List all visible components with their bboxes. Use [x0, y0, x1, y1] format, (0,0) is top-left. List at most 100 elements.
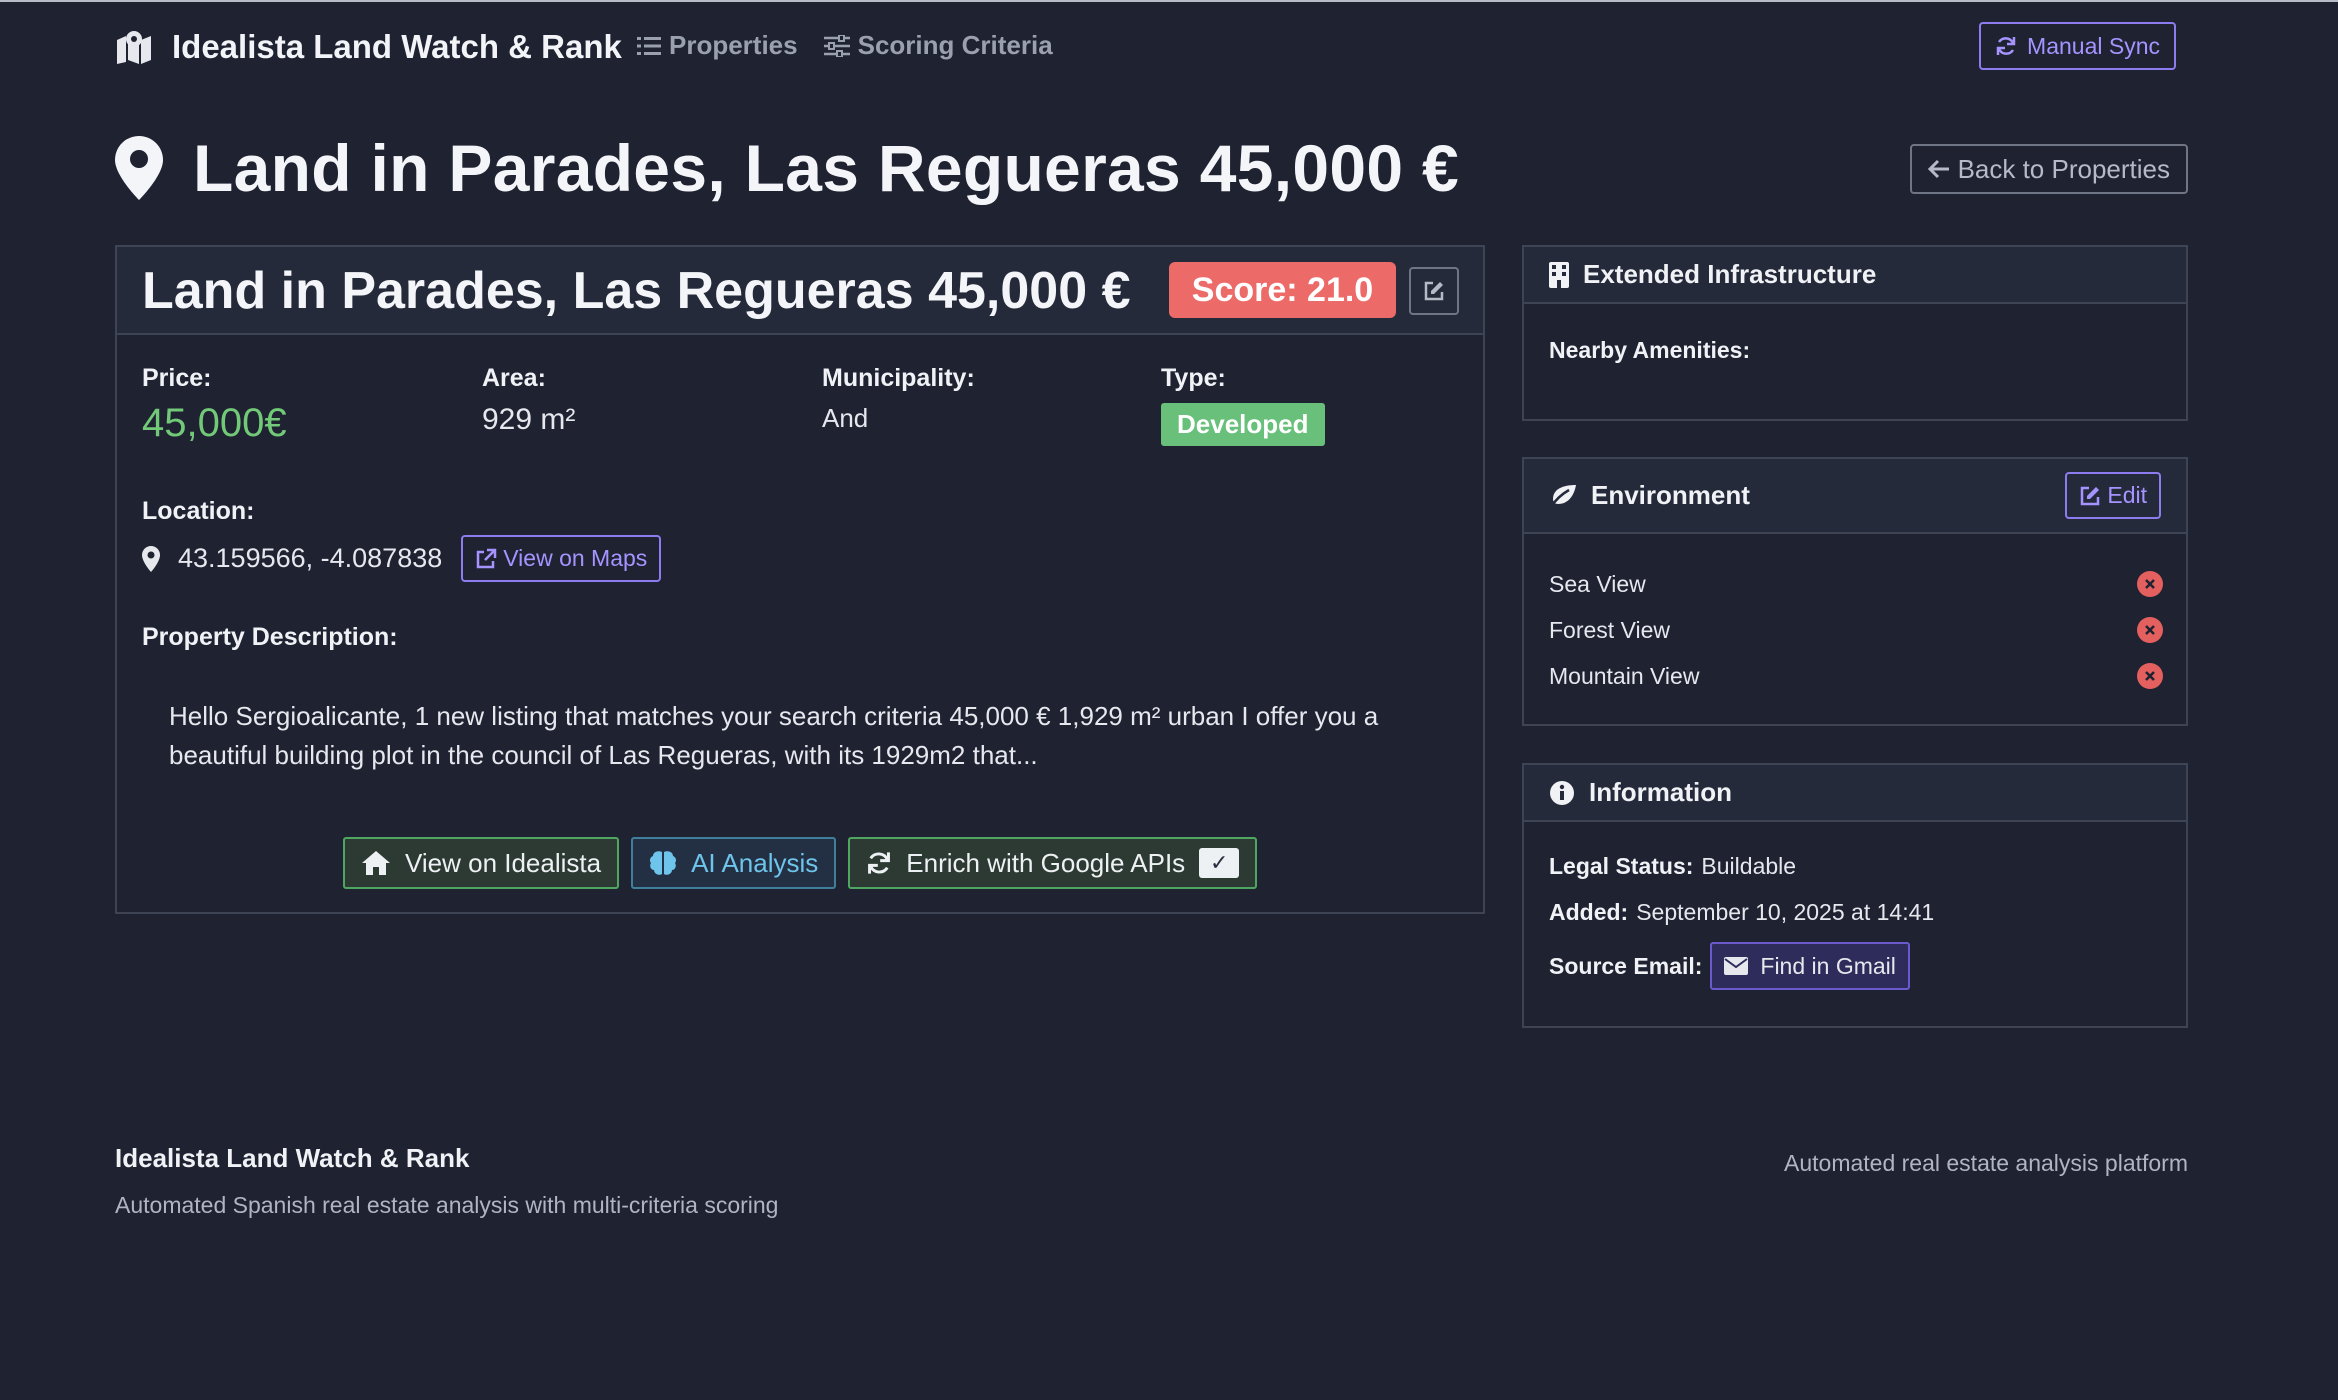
- navbar: Idealista Land Watch & Rank Properties S…: [115, 22, 2176, 72]
- edit-icon: [2081, 486, 2100, 505]
- price-value: 45,000€: [142, 401, 287, 445]
- area-label: Area:: [482, 364, 546, 392]
- source-email-label: Source Email:: [1549, 952, 1703, 979]
- env-item-sea-view: Sea View: [1549, 561, 2163, 607]
- env-item-label: Forest View: [1549, 616, 1671, 643]
- find-in-gmail-label: Find in Gmail: [1760, 952, 1896, 979]
- edit-icon: [1424, 281, 1444, 301]
- list-icon: [637, 36, 661, 55]
- manual-sync-label: Manual Sync: [2027, 32, 2160, 59]
- view-on-maps-button[interactable]: View on Maps: [461, 535, 662, 582]
- footer-subtitle: Automated Spanish real estate analysis w…: [115, 1192, 779, 1218]
- x-circle-icon: [2137, 571, 2163, 597]
- location-row: 43.159566, -4.087838 View on Maps: [142, 535, 662, 582]
- enrich-check-badge: ✓: [1199, 848, 1240, 878]
- type-label: Type:: [1161, 364, 1226, 392]
- property-description: Hello Sergioalicante, 1 new listing that…: [169, 701, 1379, 770]
- nav-link-properties-label: Properties: [669, 30, 798, 60]
- environment-title: Environment: [1591, 480, 1750, 510]
- infrastructure-title: Extended Infrastructure: [1583, 259, 1877, 289]
- nearby-amenities-label: Nearby Amenities:: [1549, 337, 1751, 363]
- property-title: Land in Parades, Las Regueras 45,000 €: [142, 262, 1131, 320]
- view-on-idealista-label: View on Idealista: [405, 847, 602, 878]
- find-in-gmail-button[interactable]: Find in Gmail: [1710, 942, 1910, 990]
- edit-score-button[interactable]: [1409, 267, 1459, 315]
- nav-link-scoring-criteria[interactable]: Scoring Criteria: [823, 30, 1053, 61]
- page-header: Land in Parades, Las Regueras 45,000 € B…: [115, 130, 2188, 210]
- map-marker-icon: [115, 136, 163, 200]
- home-icon: [362, 851, 390, 875]
- back-label: Back to Properties: [1957, 153, 2170, 184]
- enrich-google-apis-button[interactable]: Enrich with Google APIs ✓: [848, 837, 1258, 889]
- action-buttons: View on Idealista AI Analysis Enrich wit…: [343, 837, 1269, 889]
- enrich-label: Enrich with Google APIs: [906, 847, 1186, 878]
- information-title: Information: [1589, 777, 1732, 807]
- view-on-idealista-button[interactable]: View on Idealista: [343, 837, 620, 889]
- top-border: [0, 0, 2338, 2]
- brand-title: Idealista Land Watch & Rank: [172, 28, 622, 65]
- edit-environment-button[interactable]: Edit: [2065, 472, 2161, 519]
- nav-link-properties[interactable]: Properties: [637, 30, 798, 61]
- ai-analysis-button[interactable]: AI Analysis: [631, 837, 837, 889]
- nav-links: Properties Scoring Criteria: [637, 30, 1079, 61]
- arrow-left-icon: [1927, 159, 1949, 179]
- legal-status-value: Buildable: [1701, 853, 1797, 879]
- sync-icon: [868, 852, 891, 874]
- area-value: 929 m²: [482, 403, 576, 436]
- area-field: Area: 929 m²: [482, 364, 575, 437]
- price-field: Price: 45,000€: [142, 364, 287, 446]
- brand[interactable]: Idealista Land Watch & Rank: [115, 28, 622, 66]
- source-email-row: Source Email: Find in Gmail: [1549, 942, 1910, 990]
- env-item-label: Sea View: [1549, 570, 1646, 597]
- view-on-maps-label: View on Maps: [503, 545, 648, 571]
- location-pin-icon: [142, 545, 160, 572]
- location-label: Location:: [142, 497, 255, 525]
- back-to-properties-button[interactable]: Back to Properties: [1909, 144, 2188, 194]
- environment-header: Environment Edit: [1524, 459, 2186, 534]
- env-item-label: Mountain View: [1549, 662, 1700, 689]
- page-title-text: Land in Parades, Las Regueras 45,000 €: [193, 131, 1460, 205]
- edit-environment-label: Edit: [2107, 482, 2147, 508]
- type-badge: Developed: [1161, 403, 1325, 446]
- added-value: September 10, 2025 at 14:41: [1636, 899, 1935, 925]
- ai-analysis-label: AI Analysis: [691, 847, 819, 878]
- sync-icon: [1996, 37, 2016, 55]
- environment-list: Sea View Forest View Mountain View: [1549, 561, 2163, 699]
- envelope-icon: [1724, 957, 1749, 975]
- footer-title: Idealista Land Watch & Rank: [115, 1143, 470, 1173]
- sliders-icon: [823, 34, 850, 57]
- location-label-wrap: Location:: [142, 497, 255, 526]
- brain-icon: [650, 851, 677, 875]
- x-circle-icon: [2137, 617, 2163, 643]
- external-link-icon: [477, 548, 497, 568]
- env-item-mountain-view: Mountain View: [1549, 653, 2163, 699]
- footer: Idealista Land Watch & Rank Automated Sp…: [115, 1143, 778, 1219]
- infrastructure-header: Extended Infrastructure: [1524, 247, 2186, 304]
- leaf-icon: [1549, 484, 1576, 508]
- coordinates: 43.159566, -4.087838: [178, 543, 443, 573]
- added-label: Added:: [1549, 899, 1629, 925]
- description-label: Property Description:: [142, 623, 398, 651]
- score-badge: Score: 21.0: [1169, 262, 1396, 318]
- type-field: Type: Developed: [1161, 364, 1325, 446]
- municipality-value: And: [822, 403, 869, 433]
- x-circle-icon: [2137, 663, 2163, 689]
- environment-card: Environment Edit Sea View Forest View Mo…: [1522, 457, 2188, 726]
- information-header: Information: [1524, 765, 2186, 822]
- building-icon: [1549, 261, 1569, 288]
- manual-sync-button[interactable]: Manual Sync: [1979, 22, 2176, 70]
- infrastructure-card: Extended Infrastructure Nearby Amenities…: [1522, 245, 2188, 421]
- map-marked-icon: [117, 31, 151, 64]
- information-card: Information Legal Status: Buildable Adde…: [1522, 763, 2188, 1028]
- municipality-label: Municipality:: [822, 364, 975, 392]
- added-row: Added: September 10, 2025 at 14:41: [1549, 899, 1934, 926]
- legal-status-label: Legal Status:: [1549, 853, 1694, 879]
- property-card-header: Land in Parades, Las Regueras 45,000 € S…: [117, 247, 1483, 335]
- nav-link-scoring-label: Scoring Criteria: [857, 30, 1053, 60]
- footer-tagline: Automated real estate analysis platform: [1784, 1150, 2188, 1176]
- price-label: Price:: [142, 364, 212, 392]
- info-circle-icon: [1550, 780, 1574, 805]
- property-card: Land in Parades, Las Regueras 45,000 € S…: [115, 245, 1485, 914]
- legal-status-row: Legal Status: Buildable: [1549, 853, 1796, 880]
- page-title: Land in Parades, Las Regueras 45,000 €: [115, 130, 1459, 206]
